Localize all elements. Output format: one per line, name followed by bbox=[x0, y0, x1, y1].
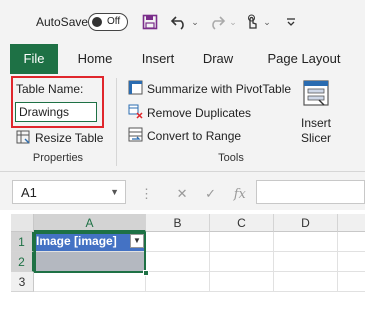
cell-e1[interactable] bbox=[338, 232, 365, 252]
table-header-cell[interactable]: Image [image] ▼ bbox=[34, 232, 146, 252]
column-header-partial bbox=[338, 214, 365, 232]
fill-handle[interactable] bbox=[143, 270, 149, 276]
select-all-corner[interactable] bbox=[11, 214, 34, 232]
properties-group-label: Properties bbox=[32, 152, 84, 164]
row-header-2[interactable]: 2 bbox=[11, 252, 34, 272]
column-header-c[interactable]: C bbox=[210, 214, 274, 232]
summarize-label: Summarize with PivotTable bbox=[147, 82, 292, 96]
touch-mode-icon[interactable] bbox=[243, 12, 261, 32]
undo-dropdown-icon[interactable]: ⌄ bbox=[190, 12, 200, 32]
cell-a2[interactable] bbox=[34, 252, 146, 272]
table-name-label: Table Name: bbox=[16, 82, 84, 96]
cell-d2[interactable] bbox=[274, 252, 338, 272]
slicer-icon bbox=[301, 78, 331, 112]
autosave-toggle[interactable]: Off bbox=[88, 13, 128, 31]
customize-qat-icon[interactable] bbox=[283, 12, 299, 32]
name-box[interactable]: A1 ▼ bbox=[12, 180, 126, 204]
formula-input[interactable] bbox=[256, 180, 365, 204]
tab-draw[interactable]: Draw bbox=[196, 44, 240, 74]
formula-controls: ⋮ ✕ ✓ fx bbox=[140, 186, 246, 202]
row-header-1[interactable]: 1 bbox=[11, 232, 34, 252]
cancel-icon[interactable]: ✕ bbox=[177, 186, 188, 201]
column-header-b[interactable]: B bbox=[146, 214, 210, 232]
name-box-value: A1 bbox=[21, 185, 37, 200]
column-header-a[interactable]: A bbox=[34, 214, 146, 232]
convert-to-range-icon bbox=[128, 127, 143, 145]
tab-file[interactable]: File bbox=[10, 44, 58, 74]
convert-to-range-button[interactable]: Convert to Range bbox=[128, 127, 241, 145]
tab-home[interactable]: Home bbox=[70, 44, 120, 74]
cell-e3[interactable] bbox=[338, 272, 365, 292]
worksheet-grid: A B C D 1 2 3 Image [image] ▼ bbox=[11, 214, 365, 298]
enter-icon[interactable]: ✓ bbox=[205, 186, 216, 201]
cell-c1[interactable] bbox=[210, 232, 274, 252]
save-icon[interactable] bbox=[140, 12, 160, 32]
autosave-label: AutoSave bbox=[36, 15, 89, 29]
insert-slicer-label-line1: Insert bbox=[300, 116, 331, 130]
touch-dropdown-icon[interactable]: ⌄ bbox=[262, 12, 272, 32]
grid-bottom-edge bbox=[0, 298, 365, 312]
cell-c2[interactable] bbox=[210, 252, 274, 272]
fx-icon[interactable]: fx bbox=[234, 187, 246, 202]
tab-insert[interactable]: Insert bbox=[132, 44, 184, 74]
convert-to-range-label: Convert to Range bbox=[147, 129, 242, 143]
title-bar: AutoSave Off ⌄ ⌄ ⌄ bbox=[0, 0, 365, 44]
toggle-state-label: Off bbox=[107, 16, 121, 27]
summarize-pivottable-button[interactable]: Summarize with PivotTable bbox=[128, 80, 291, 98]
cell-b3[interactable] bbox=[146, 272, 210, 292]
cell-c3[interactable] bbox=[210, 272, 274, 292]
resize-table-button[interactable]: Resize Table bbox=[16, 129, 103, 147]
insert-slicer-button[interactable]: Insert Slicer bbox=[294, 78, 338, 148]
table-header-text: Image [image] bbox=[36, 234, 117, 248]
pivottable-icon bbox=[128, 80, 143, 98]
resize-table-label: Resize Table bbox=[35, 131, 104, 145]
chevron-down-icon[interactable]: ▼ bbox=[110, 187, 119, 197]
row-header-3[interactable]: 3 bbox=[11, 272, 34, 292]
table-name-input[interactable] bbox=[15, 102, 97, 122]
insert-slicer-label-line2: Slicer bbox=[300, 131, 331, 145]
tab-page-layout[interactable]: Page Layout bbox=[256, 44, 352, 74]
remove-duplicates-label: Remove Duplicates bbox=[147, 106, 252, 120]
remove-duplicates-icon bbox=[128, 104, 143, 122]
undo-icon[interactable] bbox=[168, 12, 190, 32]
cell-b2[interactable] bbox=[146, 252, 210, 272]
toggle-knob bbox=[92, 17, 102, 27]
formula-bar: A1 ▼ ⋮ ✕ ✓ fx bbox=[0, 172, 365, 210]
redo-icon[interactable] bbox=[206, 12, 228, 32]
group-separator bbox=[116, 78, 117, 166]
filter-dropdown-icon[interactable]: ▼ bbox=[130, 234, 144, 248]
remove-duplicates-button[interactable]: Remove Duplicates bbox=[128, 104, 251, 122]
more-icon: ⋮ bbox=[140, 186, 153, 201]
ribbon-tabs: File Home Insert Draw Page Layout bbox=[0, 44, 365, 74]
cell-a3[interactable] bbox=[34, 272, 146, 292]
cell-b1[interactable] bbox=[146, 232, 210, 252]
resize-table-icon bbox=[16, 130, 30, 147]
redo-dropdown-icon[interactable]: ⌄ bbox=[228, 12, 238, 32]
ribbon-table-design: Table Name: Resize Table Properties Summ… bbox=[0, 74, 365, 172]
tools-group-label: Tools bbox=[218, 152, 244, 164]
column-header-d[interactable]: D bbox=[274, 214, 338, 232]
cell-e2[interactable] bbox=[338, 252, 365, 272]
cell-d3[interactable] bbox=[274, 272, 338, 292]
cell-d1[interactable] bbox=[274, 232, 338, 252]
